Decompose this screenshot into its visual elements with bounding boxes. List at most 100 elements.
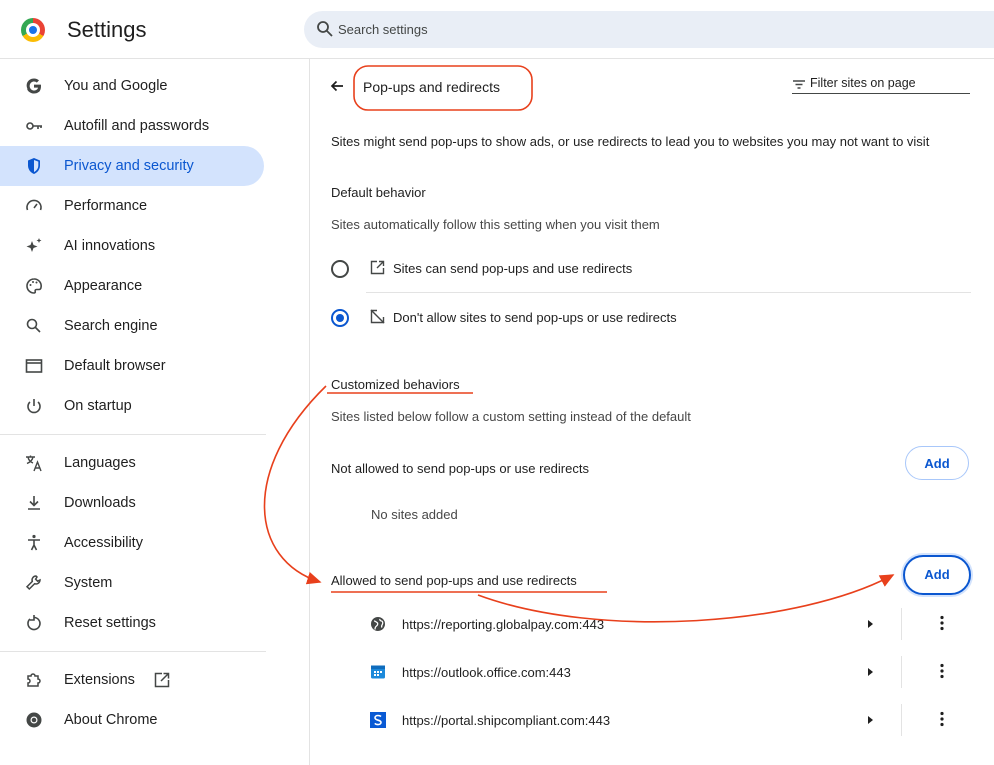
- site-row[interactable]: https://reporting.globalpay.com:443: [350, 601, 990, 649]
- radio-option-block[interactable]: Don't allow sites to send pop-ups or use…: [330, 302, 970, 332]
- shield-icon: [28, 158, 40, 174]
- sidebar-item-downloads[interactable]: Downloads: [0, 483, 264, 523]
- translate-icon: [26, 455, 42, 472]
- sidebar-item-label: Accessibility: [64, 535, 143, 551]
- key-icon: [26, 122, 42, 130]
- arrow-right-icon[interactable]: [866, 715, 874, 725]
- chrome-icon: [26, 712, 42, 728]
- sidebar-item-label: Reset settings: [64, 615, 156, 631]
- sidebar-item-label: You and Google: [64, 78, 168, 94]
- palette-icon: [26, 278, 42, 294]
- default-behavior-heading: Default behavior: [331, 185, 426, 200]
- option-divider: [366, 292, 971, 293]
- site-row[interactable]: https://outlook.office.com:443: [350, 649, 990, 697]
- sidebar-item-accessibility[interactable]: Accessibility: [0, 523, 264, 563]
- main-panel: Pop-ups and redirects Filter sites on pa…: [309, 59, 994, 765]
- customized-behaviors-heading: Customized behaviors: [331, 377, 460, 392]
- open-in-new-icon: [370, 260, 385, 275]
- sidebar-item-ai-innovations[interactable]: AI innovations: [0, 226, 264, 266]
- filter-icon: [793, 80, 805, 89]
- sidebar-item-label: Default browser: [64, 358, 166, 374]
- row-separator: [901, 656, 902, 688]
- sidebar-item-label: Privacy and security: [64, 158, 194, 174]
- sidebar-item-label: Languages: [64, 455, 136, 471]
- sidebar-item-search-engine[interactable]: Search engine: [0, 306, 264, 346]
- radio-button-selected[interactable]: [331, 309, 349, 327]
- browser-window-icon: [25, 359, 43, 373]
- add-not-allowed-button[interactable]: Add: [905, 446, 969, 480]
- not-allowed-section-label: Not allowed to send pop-ups or use redir…: [331, 461, 589, 476]
- sidebar-item-label: Search engine: [64, 318, 158, 334]
- default-behavior-subtext: Sites automatically follow this setting …: [331, 217, 660, 232]
- row-separator: [901, 704, 902, 736]
- back-arrow-icon[interactable]: [329, 78, 345, 94]
- sidebar-item-extensions[interactable]: Extensions: [0, 660, 190, 700]
- allowed-section-label: Allowed to send pop-ups and use redirect…: [331, 573, 577, 588]
- site-url: https://outlook.office.com:443: [402, 665, 571, 680]
- customized-behaviors-subtext: Sites listed below follow a custom setti…: [331, 409, 691, 424]
- filter-placeholder: Filter sites on page: [810, 76, 916, 90]
- search-input[interactable]: Search settings: [304, 11, 994, 48]
- speedometer-icon: [26, 199, 42, 211]
- site-url: https://reporting.globalpay.com:443: [402, 617, 605, 632]
- sidebar-item-languages[interactable]: Languages: [0, 443, 264, 483]
- sidebar-item-label: System: [64, 575, 113, 591]
- sidebar-item-privacy[interactable]: Privacy and security: [0, 146, 264, 186]
- wrench-icon: [25, 575, 41, 591]
- page-description: Sites might send pop-ups to show ads, or…: [331, 134, 930, 149]
- more-vert-icon[interactable]: [940, 711, 944, 727]
- power-icon: [27, 399, 41, 414]
- s-favicon-icon: [370, 712, 386, 728]
- more-vert-icon[interactable]: [940, 615, 944, 631]
- search-placeholder: Search settings: [338, 22, 428, 37]
- site-url: https://portal.shipcompliant.com:443: [402, 713, 611, 728]
- arrow-right-icon[interactable]: [866, 667, 874, 677]
- reset-icon: [27, 615, 41, 631]
- sidebar-item-you-and-google[interactable]: You and Google: [0, 66, 264, 106]
- no-sites-added: No sites added: [371, 507, 458, 522]
- sidebar-item-system[interactable]: System: [0, 563, 264, 603]
- arrow-right-icon[interactable]: [866, 619, 874, 629]
- app-title: Settings: [67, 17, 147, 42]
- sidebar-item-about-chrome[interactable]: About Chrome: [0, 700, 264, 740]
- sidebar: You and Google Autofill and passwords Pr…: [0, 59, 280, 765]
- radio-option-label: Don't allow sites to send pop-ups or use…: [393, 310, 677, 325]
- sidebar-item-label: Downloads: [64, 495, 136, 511]
- sidebar-item-performance[interactable]: Performance: [0, 186, 264, 226]
- google-g-icon: [26, 78, 41, 94]
- sidebar-item-label: Appearance: [64, 278, 143, 294]
- more-vert-icon[interactable]: [940, 663, 944, 679]
- sidebar-item-reset-settings[interactable]: Reset settings: [0, 603, 264, 643]
- sparkle-icon: [26, 238, 42, 252]
- search-icon: [26, 318, 41, 333]
- block-popup-icon: [370, 309, 385, 324]
- radio-option-allow[interactable]: Sites can send pop-ups and use redirects: [330, 253, 970, 283]
- calendar-favicon-icon: [371, 665, 385, 679]
- radio-button[interactable]: [331, 260, 349, 278]
- sidebar-item-label: Autofill and passwords: [64, 118, 210, 134]
- sidebar-item-label: AI innovations: [64, 238, 156, 254]
- site-row[interactable]: https://portal.shipcompliant.com:443: [350, 697, 990, 745]
- filter-sites-input[interactable]: Filter sites on page: [792, 75, 970, 94]
- row-separator: [901, 608, 902, 640]
- accessibility-icon: [28, 534, 40, 551]
- sidebar-item-label: Extensions: [64, 672, 135, 688]
- sidebar-item-default-browser[interactable]: Default browser: [0, 346, 264, 386]
- sidebar-item-autofill[interactable]: Autofill and passwords: [0, 106, 264, 146]
- puzzle-icon: [27, 673, 41, 687]
- sidebar-item-on-startup[interactable]: On startup: [0, 386, 264, 426]
- download-icon: [28, 496, 40, 510]
- top-bar: Settings Search settings: [0, 0, 994, 59]
- external-link-icon: [154, 672, 170, 688]
- sidebar-item-appearance[interactable]: Appearance: [0, 266, 264, 306]
- add-allowed-button[interactable]: Add: [903, 555, 971, 595]
- sidebar-item-label: On startup: [64, 398, 132, 414]
- sidebar-item-label: Performance: [64, 198, 148, 214]
- sidebar-divider: [0, 434, 266, 435]
- radio-option-label: Sites can send pop-ups and use redirects: [393, 261, 633, 276]
- sidebar-item-label: About Chrome: [64, 712, 158, 728]
- globe-icon: [371, 617, 385, 631]
- chrome-logo-icon: [21, 18, 45, 42]
- sidebar-divider: [0, 651, 266, 652]
- page-title: Pop-ups and redirects: [363, 79, 500, 95]
